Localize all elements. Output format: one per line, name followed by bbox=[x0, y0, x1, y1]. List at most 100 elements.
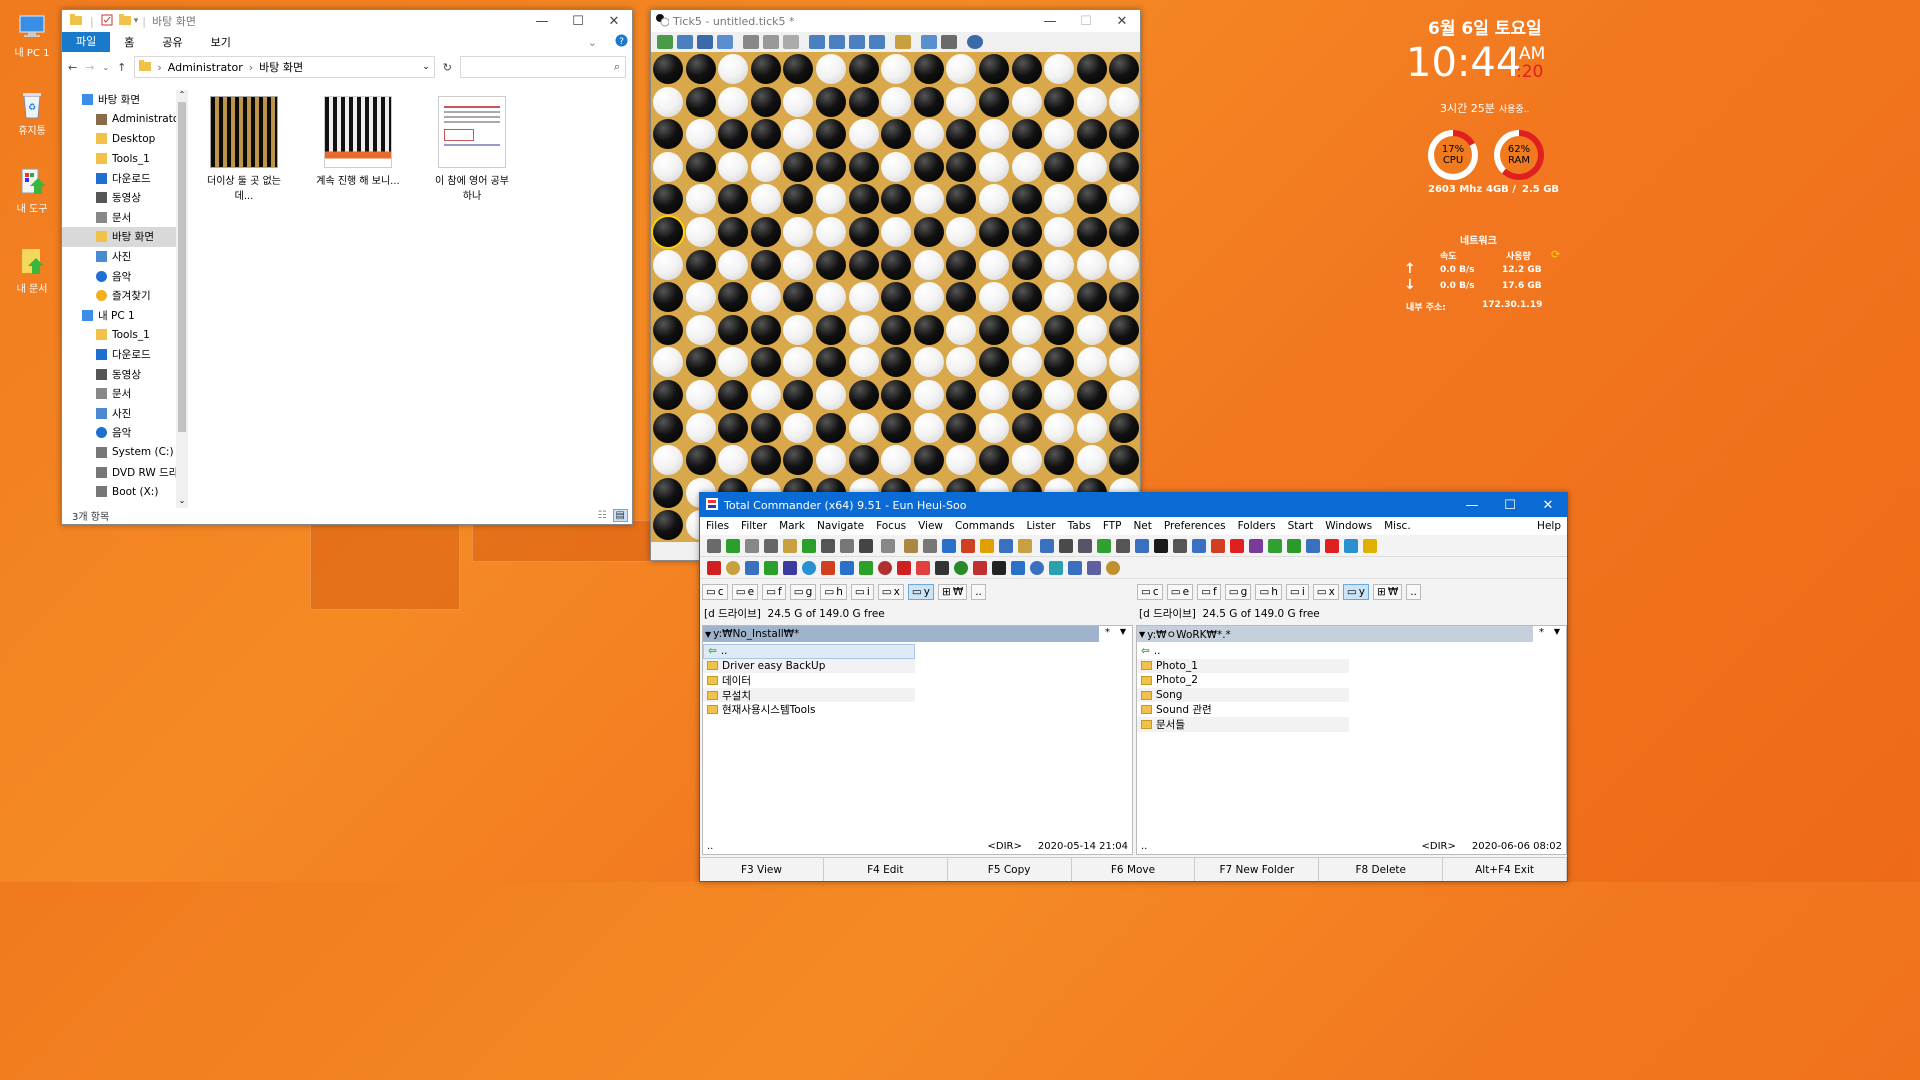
black-stone[interactable] bbox=[1109, 445, 1140, 476]
black-stone[interactable] bbox=[653, 510, 683, 541]
black-stone[interactable] bbox=[881, 380, 912, 410]
black-stone[interactable] bbox=[750, 412, 781, 443]
black-stone[interactable] bbox=[783, 184, 814, 215]
white-stone[interactable] bbox=[913, 412, 944, 443]
black-stone[interactable] bbox=[783, 445, 814, 476]
black-stone[interactable] bbox=[1011, 380, 1042, 410]
black-stone[interactable] bbox=[979, 54, 1009, 84]
play-icon[interactable] bbox=[744, 560, 759, 575]
explorer-titlebar[interactable]: | ▾ | 바탕 화면 — ☐ ✕ bbox=[62, 10, 632, 32]
white-stone[interactable] bbox=[718, 347, 749, 378]
nav-item[interactable]: 동영상 bbox=[62, 364, 186, 384]
white-stone[interactable] bbox=[946, 86, 977, 117]
black-stone[interactable] bbox=[1076, 380, 1107, 410]
black-stone[interactable] bbox=[750, 249, 781, 280]
f5-copy-button[interactable]: F5 Copy bbox=[948, 858, 1072, 881]
black-stone[interactable] bbox=[653, 477, 683, 508]
menu-lister[interactable]: Lister bbox=[1020, 520, 1061, 532]
white-stone[interactable] bbox=[946, 445, 977, 476]
black-stone[interactable] bbox=[718, 314, 749, 345]
trash-icon[interactable] bbox=[1116, 538, 1130, 553]
document-icon[interactable] bbox=[1040, 538, 1054, 553]
white-stone[interactable] bbox=[1076, 249, 1107, 280]
refresh-icon[interactable]: ↻ bbox=[443, 61, 452, 74]
black-stone[interactable] bbox=[1076, 54, 1107, 84]
white-stone[interactable] bbox=[913, 282, 944, 313]
app-icon[interactable] bbox=[820, 560, 835, 575]
white-stone[interactable] bbox=[1076, 347, 1107, 378]
refresh-icon[interactable] bbox=[706, 538, 721, 553]
white-stone[interactable] bbox=[1044, 380, 1075, 410]
black-stone[interactable] bbox=[816, 86, 846, 117]
white-stone[interactable] bbox=[979, 282, 1009, 313]
x-icon[interactable] bbox=[991, 560, 1006, 575]
file-row[interactable]: 데이터 bbox=[703, 673, 915, 688]
tick5-window[interactable]: Tick5 - untitled.tick5 * — ☐ ✕ bbox=[650, 9, 1141, 561]
black-stone[interactable] bbox=[946, 119, 977, 150]
black-stone[interactable] bbox=[979, 347, 1009, 378]
white-stone[interactable] bbox=[783, 119, 814, 150]
white-stone[interactable] bbox=[1076, 445, 1107, 476]
black-stone[interactable] bbox=[718, 119, 749, 150]
opera-icon[interactable] bbox=[1325, 538, 1339, 553]
black-stone[interactable] bbox=[783, 380, 814, 410]
open-file-icon[interactable] bbox=[677, 35, 693, 49]
black-stone[interactable] bbox=[1044, 151, 1075, 182]
black-stone[interactable] bbox=[848, 54, 879, 84]
app-icon[interactable] bbox=[706, 560, 721, 575]
white-stone[interactable] bbox=[783, 217, 814, 247]
menu-focus[interactable]: Focus bbox=[870, 520, 912, 532]
white-stone[interactable] bbox=[979, 380, 1009, 410]
desktop-icon-tools[interactable]: 내 도구 bbox=[8, 166, 56, 215]
white-stone[interactable] bbox=[848, 314, 879, 345]
menu-tabs[interactable]: Tabs bbox=[1062, 520, 1097, 532]
black-stone[interactable] bbox=[1011, 184, 1042, 215]
black-stone[interactable] bbox=[1044, 314, 1075, 345]
black-stone[interactable] bbox=[1011, 119, 1042, 150]
black-stone[interactable] bbox=[653, 217, 683, 247]
file-item[interactable]: 계속 진행 해 보니... bbox=[316, 96, 400, 202]
grid-icon[interactable] bbox=[1078, 538, 1092, 553]
drive-button-x[interactable]: ▭ x bbox=[1312, 584, 1339, 600]
black-stone[interactable] bbox=[913, 151, 944, 182]
pdf-icon[interactable] bbox=[972, 560, 987, 575]
white-stone[interactable] bbox=[685, 184, 716, 215]
menu-mark[interactable]: Mark bbox=[773, 520, 811, 532]
file-row[interactable]: 현재사용시스템Tools bbox=[703, 702, 915, 717]
app-icon[interactable] bbox=[782, 560, 797, 575]
white-stone[interactable] bbox=[1109, 347, 1140, 378]
app-icon[interactable] bbox=[1010, 560, 1025, 575]
black-stone[interactable] bbox=[653, 282, 683, 313]
white-stone[interactable] bbox=[1044, 54, 1075, 84]
left-path-bar[interactable]: ▼ y:₩No_Install₩* bbox=[703, 626, 1099, 642]
black-stone[interactable] bbox=[685, 86, 716, 117]
nav-item[interactable]: 바탕 화면 bbox=[62, 227, 186, 247]
desktop-icon-documents[interactable]: 내 문서 bbox=[8, 246, 56, 295]
black-stone[interactable] bbox=[1076, 217, 1107, 247]
undo-icon[interactable] bbox=[763, 35, 779, 49]
drive-button-up[interactable]: .. bbox=[971, 584, 986, 600]
info-icon[interactable] bbox=[839, 560, 854, 575]
forward-icon[interactable] bbox=[801, 538, 816, 553]
list-view-icon[interactable] bbox=[744, 538, 759, 553]
black-stone[interactable] bbox=[848, 86, 879, 117]
nav-item[interactable]: 음악 bbox=[62, 266, 186, 286]
black-stone[interactable] bbox=[881, 347, 912, 378]
white-stone[interactable] bbox=[1076, 314, 1107, 345]
f8-delete-button[interactable]: F8 Delete bbox=[1319, 858, 1444, 881]
export-icon[interactable] bbox=[717, 35, 733, 49]
f4-edit-button[interactable]: F4 Edit bbox=[824, 858, 948, 881]
black-stone[interactable] bbox=[979, 217, 1009, 247]
black-stone[interactable] bbox=[1011, 412, 1042, 443]
black-stone[interactable] bbox=[1109, 151, 1140, 182]
tree-icon[interactable] bbox=[782, 538, 797, 553]
window-icon[interactable] bbox=[1135, 538, 1149, 553]
black-stone[interactable] bbox=[848, 184, 879, 215]
white-stone[interactable] bbox=[783, 347, 814, 378]
warning-icon[interactable] bbox=[979, 538, 994, 553]
white-stone[interactable] bbox=[848, 347, 879, 378]
file-row[interactable]: Sound 관련 bbox=[1137, 702, 1349, 717]
file-row[interactable]: Driver easy BackUp bbox=[703, 658, 915, 674]
nav-item[interactable]: 사진 bbox=[62, 404, 186, 424]
chevron-down-icon[interactable]: ▼ bbox=[705, 630, 711, 639]
